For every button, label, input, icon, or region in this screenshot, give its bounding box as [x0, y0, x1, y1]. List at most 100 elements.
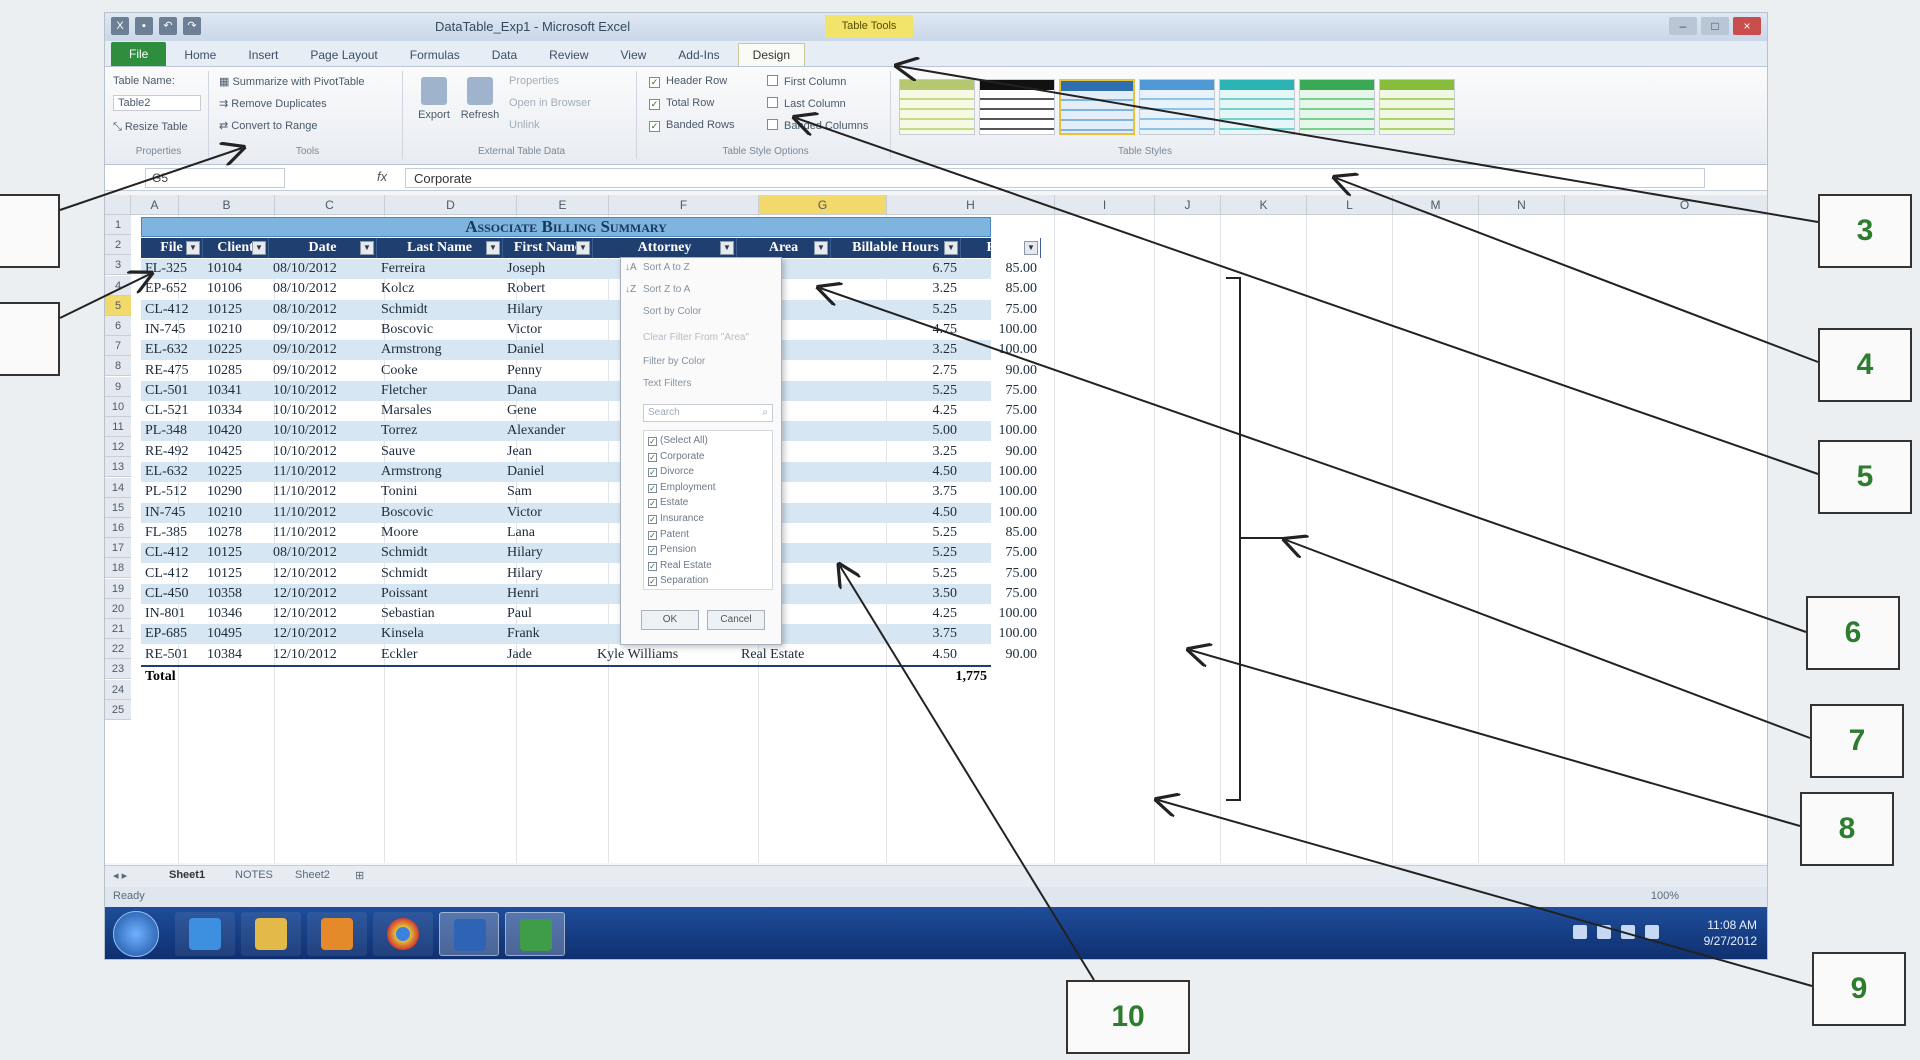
- column-header-b[interactable]: B: [179, 195, 275, 215]
- table-cell[interactable]: Armstrong: [377, 462, 503, 482]
- table-cell[interactable]: 90.00: [961, 442, 1041, 462]
- table-cell[interactable]: 10384: [203, 645, 269, 665]
- table-style-swatch[interactable]: [1299, 79, 1375, 135]
- table-cell[interactable]: 10278: [203, 523, 269, 543]
- tray-icon[interactable]: [1597, 925, 1611, 939]
- table-cell[interactable]: EP-652: [141, 279, 203, 299]
- row-header[interactable]: 14: [105, 477, 131, 498]
- table-cell[interactable]: 11/10/2012: [269, 523, 377, 543]
- table-cell[interactable]: 75.00: [961, 584, 1041, 604]
- table-cell[interactable]: 11/10/2012: [269, 462, 377, 482]
- excel-app-icon[interactable]: X: [111, 17, 129, 35]
- table-cell[interactable]: PL-348: [141, 421, 203, 441]
- filter-dropdown-icon[interactable]: ▼: [576, 241, 590, 255]
- table-cell[interactable]: 85.00: [961, 279, 1041, 299]
- properties-button[interactable]: Properties: [509, 75, 559, 87]
- taskbar-clock[interactable]: 11:08 AM 9/27/2012: [1704, 917, 1757, 949]
- table-cell[interactable]: 100.00: [961, 624, 1041, 644]
- table-cell[interactable]: 10210: [203, 320, 269, 340]
- table-style-swatch[interactable]: [1379, 79, 1455, 135]
- table-cell[interactable]: RE-501: [141, 645, 203, 665]
- table-cell[interactable]: Schmidt: [377, 564, 503, 584]
- table-cell[interactable]: EL-632: [141, 340, 203, 360]
- minimize-icon[interactable]: –: [1669, 17, 1697, 35]
- column-header-i[interactable]: I: [1055, 195, 1155, 215]
- table-cell[interactable]: 10104: [203, 259, 269, 279]
- chrome-taskbar-button[interactable]: [373, 912, 433, 956]
- table-cell[interactable]: Ferreira: [377, 259, 503, 279]
- table-cell[interactable]: 100.00: [961, 320, 1041, 340]
- table-cell[interactable]: Real Estate: [737, 645, 831, 665]
- table-cell[interactable]: 4.25: [831, 604, 961, 624]
- table-cell[interactable]: Poissant: [377, 584, 503, 604]
- table-cell[interactable]: Hilary: [503, 543, 593, 563]
- row-header[interactable]: 4: [105, 275, 131, 296]
- table-cell[interactable]: 4.75: [831, 320, 961, 340]
- table-cell[interactable]: 75.00: [961, 543, 1041, 563]
- table-cell[interactable]: 10341: [203, 381, 269, 401]
- table-cell[interactable]: 5.25: [831, 300, 961, 320]
- table-cell[interactable]: 10225: [203, 340, 269, 360]
- table-cell[interactable]: 100.00: [961, 482, 1041, 502]
- sheet-tab-sheet2[interactable]: Sheet2: [295, 869, 330, 881]
- zoom-level[interactable]: 100%: [1651, 890, 1679, 902]
- table-cell[interactable]: 12/10/2012: [269, 645, 377, 665]
- network-icon[interactable]: [1621, 925, 1635, 939]
- table-cell[interactable]: IN-801: [141, 604, 203, 624]
- filter-option-checkbox[interactable]: ✓ (Select All): [648, 435, 708, 446]
- column-header-d[interactable]: D: [385, 195, 517, 215]
- media-player-taskbar-button[interactable]: [307, 912, 367, 956]
- row-header[interactable]: 18: [105, 558, 131, 579]
- table-style-swatch-selected[interactable]: [1059, 79, 1135, 135]
- table-cell[interactable]: 11/10/2012: [269, 503, 377, 523]
- table-cell[interactable]: 10420: [203, 421, 269, 441]
- table-cell[interactable]: 5.25: [831, 564, 961, 584]
- filter-dropdown-icon[interactable]: ▼: [720, 241, 734, 255]
- row-header[interactable]: 20: [105, 598, 131, 619]
- select-all-corner[interactable]: [105, 195, 131, 215]
- table-cell[interactable]: Alexander: [503, 421, 593, 441]
- table-cell[interactable]: 12/10/2012: [269, 624, 377, 644]
- text-filters-option[interactable]: Text Filters: [643, 378, 691, 389]
- row-header[interactable]: 3: [105, 255, 131, 276]
- filter-option-checkbox[interactable]: ✓ Corporate: [648, 451, 704, 462]
- row-header[interactable]: 24: [105, 679, 131, 700]
- table-cell[interactable]: 75.00: [961, 300, 1041, 320]
- table-cell[interactable]: 10/10/2012: [269, 421, 377, 441]
- filter-option-checkbox[interactable]: ✓ Real Estate: [648, 560, 712, 571]
- ok-button[interactable]: OK: [641, 610, 699, 630]
- redo-icon[interactable]: ↷: [183, 17, 201, 35]
- table-cell[interactable]: Henri: [503, 584, 593, 604]
- table-cell[interactable]: 10/10/2012: [269, 401, 377, 421]
- table-cell[interactable]: 3.75: [831, 624, 961, 644]
- table-cell[interactable]: Robert: [503, 279, 593, 299]
- tab-design[interactable]: Design: [737, 43, 806, 66]
- table-cell[interactable]: 90.00: [961, 645, 1041, 665]
- table-name-input[interactable]: Table2: [113, 95, 201, 111]
- table-cell[interactable]: 3.25: [831, 442, 961, 462]
- table-cell[interactable]: 4.50: [831, 462, 961, 482]
- table-cell[interactable]: 11/10/2012: [269, 482, 377, 502]
- table-cell[interactable]: 10106: [203, 279, 269, 299]
- tab-file[interactable]: File: [111, 42, 167, 66]
- table-cell[interactable]: 10125: [203, 300, 269, 320]
- table-cell[interactable]: Victor: [503, 503, 593, 523]
- table-cell[interactable]: 4.25: [831, 401, 961, 421]
- table-cell[interactable]: Dana: [503, 381, 593, 401]
- row-header[interactable]: 5: [105, 295, 131, 316]
- filter-option-checkbox[interactable]: ✓ Divorce: [648, 466, 694, 478]
- table-cell[interactable]: 100.00: [961, 340, 1041, 360]
- tab-view[interactable]: View: [607, 44, 661, 66]
- tab-review[interactable]: Review: [535, 44, 602, 66]
- table-cell[interactable]: 3.50: [831, 584, 961, 604]
- column-header-e[interactable]: E: [517, 195, 609, 215]
- export-button[interactable]: Export: [413, 75, 455, 135]
- table-style-swatch[interactable]: [1139, 79, 1215, 135]
- table-cell[interactable]: 10/10/2012: [269, 381, 377, 401]
- table-cell[interactable]: PL-512: [141, 482, 203, 502]
- table-cell[interactable]: Sam: [503, 482, 593, 502]
- filter-dropdown-icon[interactable]: ▼: [486, 241, 500, 255]
- close-icon[interactable]: ×: [1733, 17, 1761, 35]
- table-cell[interactable]: 12/10/2012: [269, 604, 377, 624]
- refresh-button[interactable]: Refresh: [459, 75, 501, 135]
